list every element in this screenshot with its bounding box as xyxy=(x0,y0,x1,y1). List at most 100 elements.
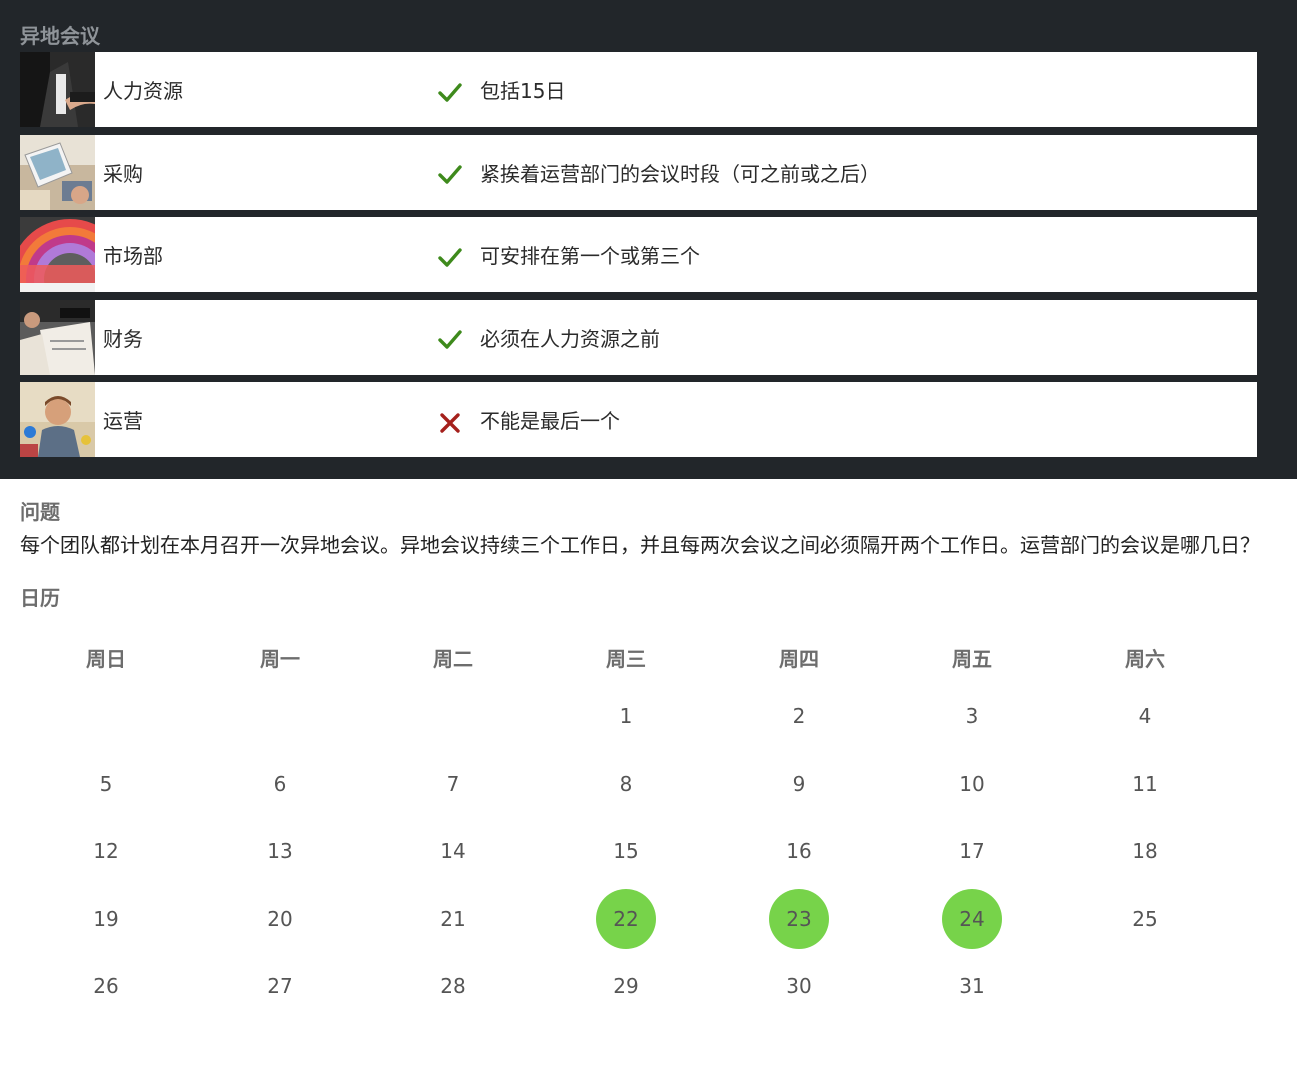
calendar-day[interactable]: 16 xyxy=(766,821,832,881)
calendar-day-number: 8 xyxy=(619,771,633,796)
weekday-header: 周五 xyxy=(952,646,992,671)
calendar: 周日 周一 周二 周三 周四 周五 周六 1 2 3 4 5 6 7 8 9 10 11 12 13 14 15 16 17 1… xyxy=(0,613,1297,1033)
calendar-day-number: 14 xyxy=(440,839,466,863)
calendar-day-number: 26 xyxy=(93,974,119,998)
calendar-day[interactable]: 1 xyxy=(593,686,659,746)
team-name: 运营 xyxy=(103,409,143,433)
calendar-day[interactable]: 6 xyxy=(247,754,313,814)
calendar-day-number: 3 xyxy=(965,704,979,728)
man-at-desk-photo xyxy=(20,382,95,457)
calendar-day-number: 17 xyxy=(959,839,985,863)
calendar-day-number: 15 xyxy=(613,839,639,863)
calendar-day-number: 10 xyxy=(959,771,985,796)
weekday-header: 周四 xyxy=(779,646,819,671)
calendar-day[interactable]: 18 xyxy=(1112,821,1178,881)
calendar-day[interactable]: 13 xyxy=(247,821,313,881)
calendar-day-number: 7 xyxy=(446,771,460,796)
calendar-day-number: 13 xyxy=(267,839,293,863)
team-constraint: 包括15日 xyxy=(480,79,566,103)
check-icon xyxy=(428,329,472,351)
calendar-day-number: 4 xyxy=(1138,704,1152,728)
weekday-header: 周三 xyxy=(606,646,646,671)
calendar-day[interactable]: 29 xyxy=(593,956,659,1016)
question-title: 问题 xyxy=(20,500,60,524)
calendar-day[interactable]: 21 xyxy=(420,889,486,949)
calendar-day-number: 30 xyxy=(786,974,812,998)
team-constraint: 不能是最后一个 xyxy=(480,409,620,433)
calendar-day-number: 20 xyxy=(267,906,293,931)
calendar-day[interactable]: 27 xyxy=(247,956,313,1016)
calendar-day[interactable]: 25 xyxy=(1112,889,1178,949)
calendar-day[interactable]: 19 xyxy=(73,889,139,949)
team-row: 人力资源 包括15日 xyxy=(20,52,1257,127)
team-constraint: 必须在人力资源之前 xyxy=(480,326,660,351)
calendar-day-number: 9 xyxy=(792,771,806,796)
calendar-day[interactable]: 4 xyxy=(1112,686,1178,746)
team-name: 采购 xyxy=(103,161,143,186)
calendar-day-number: 22 xyxy=(613,906,639,931)
calendar-day[interactable]: 17 xyxy=(939,821,1005,881)
calendar-day[interactable]: 5 xyxy=(73,754,139,814)
handshake-photo xyxy=(20,52,95,127)
calendar-day-number: 1 xyxy=(619,704,633,728)
team-row: 运营 不能是最后一个 xyxy=(20,382,1257,457)
team-name: 财务 xyxy=(103,326,143,351)
calendar-day-selected[interactable]: 23 xyxy=(766,888,832,949)
calendar-day[interactable]: 30 xyxy=(766,956,832,1016)
calendar-day[interactable]: 10 xyxy=(939,754,1005,814)
calendar-day-number: 31 xyxy=(959,974,985,998)
calendar-day[interactable]: 14 xyxy=(420,821,486,881)
calendar-day-number: 27 xyxy=(267,974,293,998)
team-list: 人力资源 包括15日采购 紧挨着运营部门的会议时段（可之前或之后） 市场部 可安排在第一… xyxy=(20,52,1257,457)
calendar-day[interactable]: 12 xyxy=(73,821,139,881)
calendar-day[interactable]: 8 xyxy=(593,754,659,814)
calendar-day[interactable]: 11 xyxy=(1112,754,1178,814)
team-name: 市场部 xyxy=(103,244,163,268)
calendar-day[interactable]: 7 xyxy=(420,754,486,814)
team-constraint: 可安排在第一个或第三个 xyxy=(480,244,700,268)
finance-papers-photo xyxy=(20,299,95,375)
calendar-day[interactable]: 26 xyxy=(73,956,139,1016)
calendar-day[interactable]: 2 xyxy=(766,686,832,746)
calendar-day[interactable]: 31 xyxy=(939,956,1005,1016)
check-icon xyxy=(428,164,472,186)
weekday-header: 周一 xyxy=(260,646,300,671)
calendar-day-number: 23 xyxy=(786,906,812,931)
offsite-meetings-panel: 异地会议 人力资源 包括15日采购 紧挨着运营部门的会议时段（可之前或之后） 市场部 可… xyxy=(0,0,1297,479)
question-text: 每个团队都计划在本月召开一次异地会议。异地会议持续三个工作日，并且每两次会议之间… xyxy=(20,533,1260,557)
weekday-header: 周日 xyxy=(86,646,126,671)
calendar-day[interactable]: 28 xyxy=(420,956,486,1016)
check-icon xyxy=(428,247,472,269)
calendar-day[interactable]: 15 xyxy=(593,821,659,881)
calendar-day-selected[interactable]: 22 xyxy=(593,888,659,949)
team-constraint: 紧挨着运营部门的会议时段（可之前或之后） xyxy=(480,161,880,186)
calendar-day-number: 19 xyxy=(93,906,119,931)
calendar-day-number: 12 xyxy=(93,839,119,863)
calendar-day-number: 18 xyxy=(1132,839,1158,863)
check-icon xyxy=(428,82,472,104)
team-row: 采购 紧挨着运营部门的会议时段（可之前或之后） xyxy=(20,134,1257,210)
calendar-day[interactable]: 3 xyxy=(939,686,1005,746)
question-section: 问题 每个团队都计划在本月召开一次异地会议。异地会议持续三个工作日，并且每两次会… xyxy=(0,479,1297,613)
calendar-title: 日历 xyxy=(20,586,60,610)
weekday-header: 周六 xyxy=(1125,646,1165,671)
calendar-day-number: 28 xyxy=(440,974,466,998)
calendar-day-number: 2 xyxy=(792,704,806,728)
calendar-day-number: 21 xyxy=(440,906,466,931)
cross-icon xyxy=(428,412,472,434)
calendar-day[interactable]: 20 xyxy=(247,889,313,949)
calendar-day-number: 25 xyxy=(1132,906,1158,931)
calendar-day-number: 11 xyxy=(1132,771,1158,796)
calendar-day-number: 5 xyxy=(99,771,113,796)
calendar-day-number: 6 xyxy=(273,771,287,796)
calendar-day-selected[interactable]: 24 xyxy=(939,888,1005,949)
calendar-day-number: 24 xyxy=(959,906,985,931)
team-row: 市场部 可安排在第一个或第三个 xyxy=(20,217,1257,292)
section-title: 异地会议 xyxy=(20,24,100,48)
color-wheel-photo xyxy=(20,217,95,292)
calendar-day-number: 29 xyxy=(613,974,639,998)
team-row: 财务 必须在人力资源之前 xyxy=(20,299,1257,375)
calendar-day[interactable]: 9 xyxy=(766,754,832,814)
calendar-day-number: 16 xyxy=(786,839,812,863)
laptop-desk-photo xyxy=(20,134,95,210)
